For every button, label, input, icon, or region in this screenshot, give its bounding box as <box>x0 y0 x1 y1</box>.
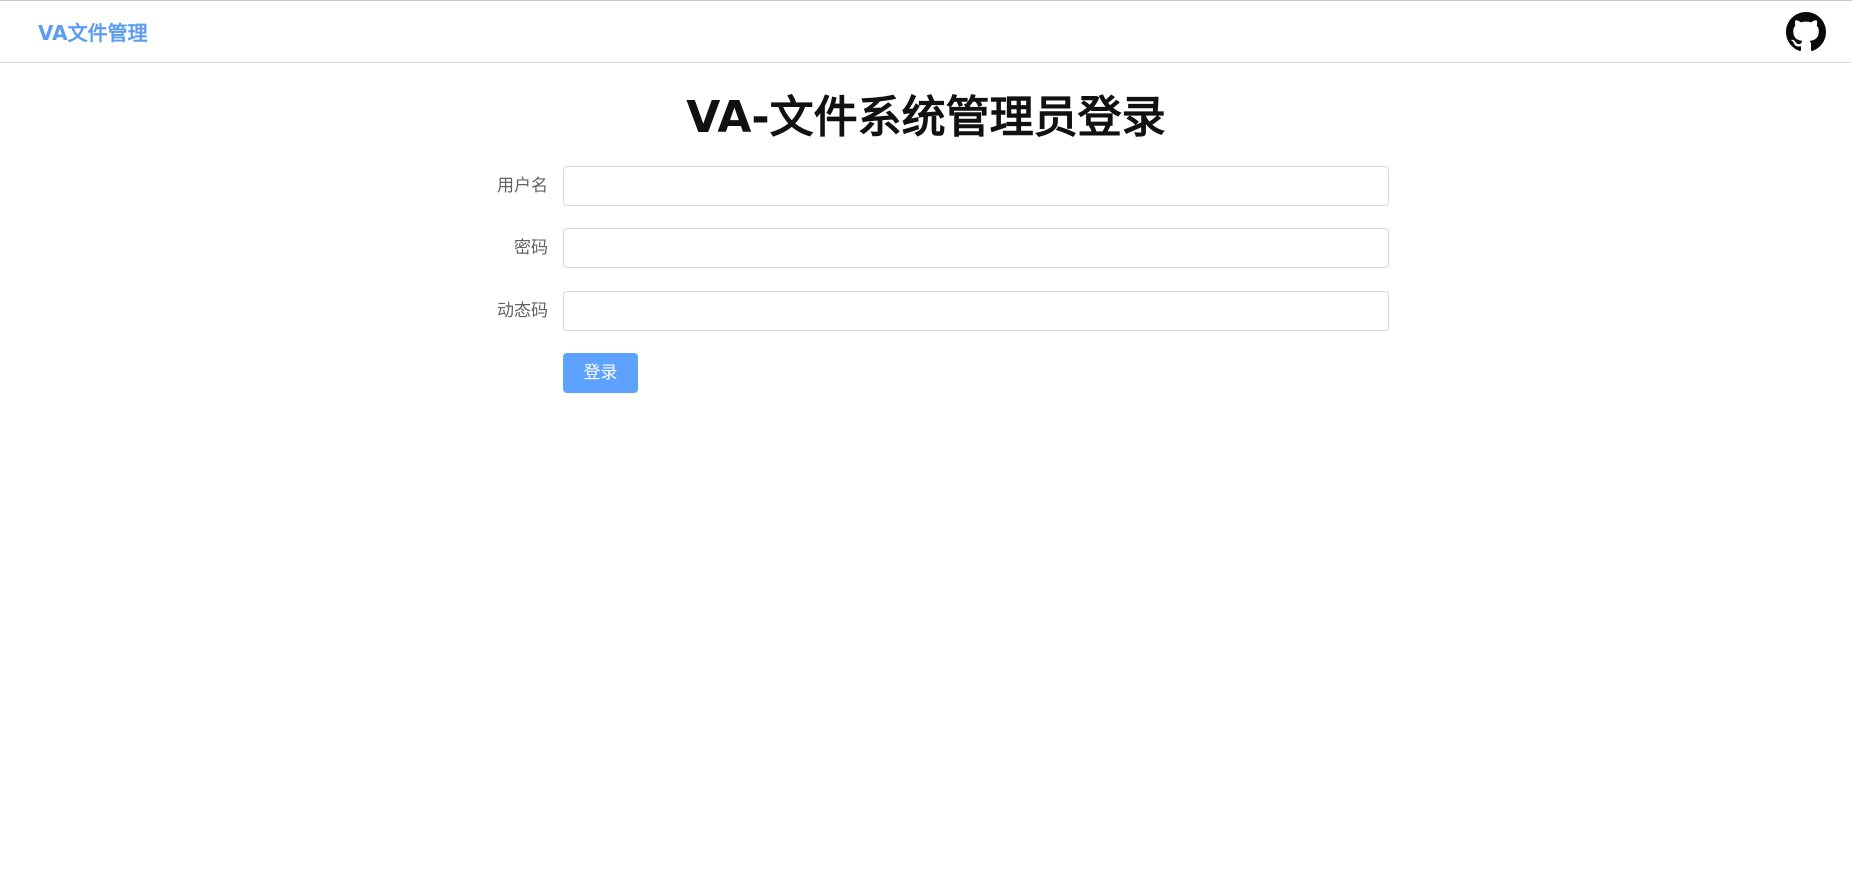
otp-input[interactable] <box>563 291 1389 331</box>
page-title: VA-文件系统管理员登录 <box>686 92 1166 143</box>
brand-link[interactable]: VA文件管理 <box>38 20 148 46</box>
username-label: 用户名 <box>497 176 548 196</box>
top-navbar: VA文件管理 <box>0 0 1852 63</box>
password-input[interactable] <box>563 228 1389 268</box>
password-label: 密码 <box>514 238 548 258</box>
otp-label: 动态码 <box>497 301 548 321</box>
github-icon[interactable] <box>1786 12 1826 52</box>
password-row: 密码 <box>470 228 1390 268</box>
otp-row: 动态码 <box>470 291 1390 331</box>
username-input[interactable] <box>563 166 1389 206</box>
login-button[interactable]: 登录 <box>563 353 638 393</box>
username-row: 用户名 <box>470 166 1390 206</box>
